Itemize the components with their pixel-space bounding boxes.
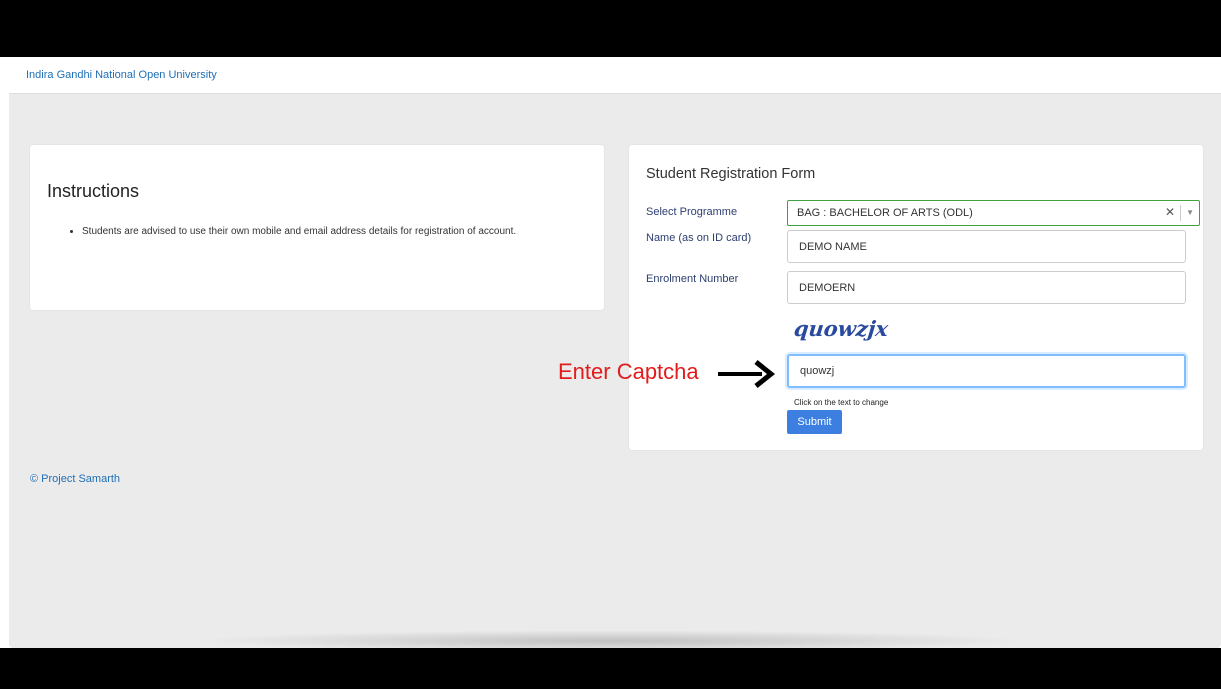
captcha-input[interactable]: [787, 354, 1186, 388]
annotation-label: Enter Captcha: [558, 359, 699, 384]
footer-text: © Project Samarth: [30, 473, 121, 485]
instructions-list: Students are advised to use their own mo…: [50, 226, 622, 237]
chevron-down-icon[interactable]: ▼: [1186, 208, 1194, 217]
registration-form-card: Student Registration Form Select Program…: [629, 145, 1203, 450]
instructions-title: Instructions: [47, 181, 140, 201]
select-divider: [1180, 205, 1181, 221]
submit-button[interactable]: Submit: [787, 410, 842, 434]
enrolment-input[interactable]: [787, 271, 1186, 304]
close-icon[interactable]: ✕: [1165, 205, 1175, 219]
name-label: Name (as on ID card): [646, 232, 752, 244]
programme-select[interactable]: BAG : BACHELOR OF ARTS (ODL) ✕ ▼: [787, 200, 1200, 226]
instruction-item: Students are advised to use their own mo…: [82, 226, 622, 237]
programme-selected-value: BAG : BACHELOR OF ARTS (ODL): [797, 207, 973, 219]
captcha-image[interactable]: quowzjx: [793, 316, 890, 341]
arrow-right-icon: [718, 360, 776, 388]
top-letterbox-bar: [0, 0, 1221, 57]
programme-label: Select Programme: [646, 206, 738, 218]
brand-link[interactable]: Indira Gandhi National Open University: [26, 69, 217, 81]
name-input[interactable]: [787, 230, 1186, 263]
bottom-letterbox-bar: [0, 648, 1221, 689]
form-title: Student Registration Form: [646, 166, 816, 182]
instructions-card: Instructions Students are advised to use…: [30, 145, 604, 310]
enrolment-label: Enrolment Number: [646, 273, 739, 285]
captcha-hint: Click on the text to change: [794, 398, 889, 407]
navbar: Indira Gandhi National Open University: [9, 57, 1221, 94]
